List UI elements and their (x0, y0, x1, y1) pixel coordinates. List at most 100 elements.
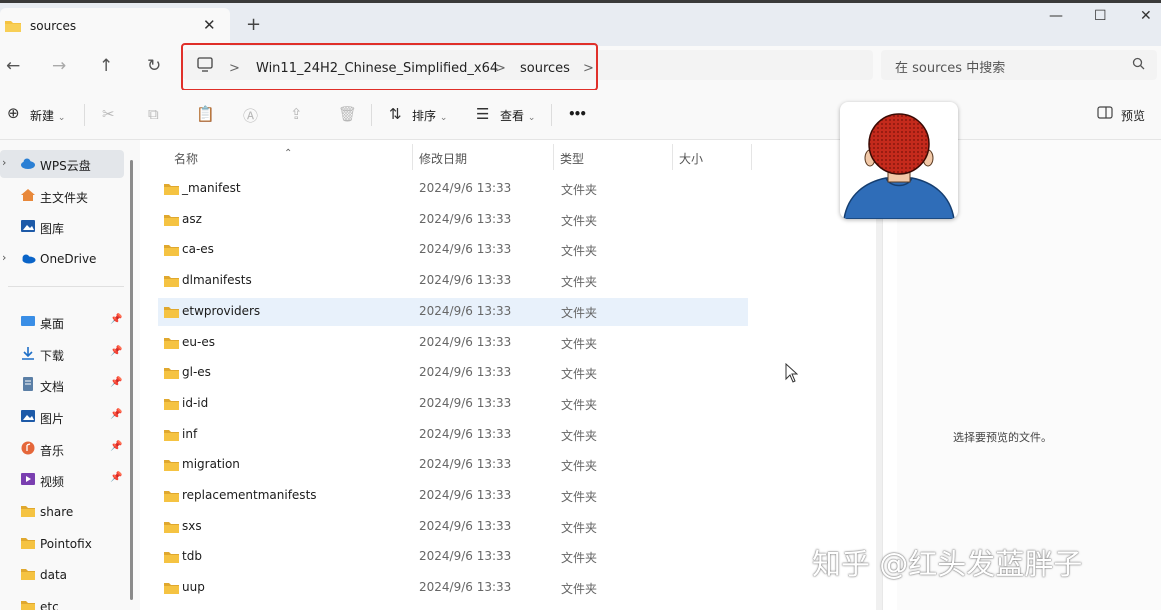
sidebar-item-desktop[interactable]: 桌面 📌 (0, 308, 124, 336)
sidebar-item-gallery[interactable]: 图库 (0, 213, 124, 241)
table-row[interactable]: gl-es 2024/9/6 13:33 文件夹 (158, 359, 748, 387)
music-icon (20, 441, 36, 455)
table-row[interactable]: migration 2024/9/6 13:33 文件夹 (158, 451, 748, 479)
sort-button[interactable]: 排序 ⌄ (412, 107, 447, 124)
table-row[interactable]: id-id 2024/9/6 13:33 文件夹 (158, 390, 748, 418)
chevron-down-icon: ⌄ (527, 113, 536, 123)
table-row[interactable]: _manifest 2024/9/6 13:33 文件夹 (158, 175, 748, 203)
sidebar-item-label: share (40, 505, 74, 519)
avatar (840, 102, 958, 219)
sidebar-item-label: 图库 (40, 222, 65, 236)
sidebar-item-onedrive[interactable]: › OneDrive (0, 245, 124, 273)
new-label: 新建 (30, 109, 55, 123)
view-button[interactable]: 查看 ⌄ (500, 107, 535, 124)
sidebar-item-wps-cloud[interactable]: › WPS云盘 (0, 150, 124, 178)
column-divider[interactable] (412, 144, 413, 170)
maximize-button[interactable]: ☐ (1094, 8, 1107, 24)
preview-button[interactable]: 预览 (1121, 107, 1145, 124)
column-header-name[interactable]: 名称 ⌃ (174, 148, 292, 167)
sidebar-item-pointofix[interactable]: Pointofix (0, 530, 124, 558)
sidebar-item-label: 图片 (40, 412, 65, 426)
sidebar-item-label: OneDrive (40, 252, 97, 266)
new-button[interactable]: 新建 ⌄ (30, 107, 65, 124)
tab-sources[interactable]: sources ✕ (0, 8, 230, 46)
column-header-type[interactable]: 类型 (560, 150, 584, 167)
file-date: 2024/9/6 13:33 (419, 488, 512, 502)
pin-icon[interactable]: 📌 (110, 346, 122, 357)
delete-icon[interactable]: 🗑 (338, 105, 357, 123)
close-button[interactable]: ✕ (1140, 8, 1152, 24)
folder-icon (163, 459, 180, 475)
sidebar-item-data[interactable]: data (0, 561, 124, 589)
share-icon[interactable]: ⇪ (290, 105, 303, 123)
file-name: _manifest (182, 181, 241, 195)
column-header-date[interactable]: 修改日期 (419, 150, 467, 167)
column-divider[interactable] (751, 144, 752, 170)
table-row[interactable]: uup 2024/9/6 13:33 文件夹 (158, 574, 748, 602)
desktop-icon (20, 314, 36, 328)
forward-button[interactable]: → (52, 56, 66, 76)
tab-close-icon[interactable]: ✕ (203, 16, 216, 34)
folder-icon (20, 599, 36, 610)
chevron-down-icon: ⌄ (439, 113, 448, 123)
table-row[interactable]: replacementmanifests 2024/9/6 13:33 文件夹 (158, 482, 748, 510)
add-circle-icon: ⊕ (7, 104, 20, 122)
back-button[interactable]: ← (6, 56, 20, 76)
column-header-size[interactable]: 大小 (679, 150, 703, 167)
cut-icon[interactable]: ✂ (102, 105, 115, 123)
sidebar-item-etc[interactable]: etc (0, 593, 124, 610)
column-divider[interactable] (672, 144, 673, 170)
up-button[interactable]: ↑ (99, 56, 113, 76)
new-tab-button[interactable]: + (246, 14, 261, 35)
paste-icon[interactable]: 📋 (196, 105, 215, 123)
chevron-right-icon[interactable]: › (2, 251, 6, 264)
sidebar-item-pictures[interactable]: 图片 📌 (0, 403, 124, 431)
sidebar-item-music[interactable]: 音乐 📌 (0, 435, 124, 463)
download-icon (20, 346, 36, 360)
table-row[interactable]: ca-es 2024/9/6 13:33 文件夹 (158, 236, 748, 264)
pin-icon[interactable]: 📌 (110, 314, 122, 325)
preview-message: 选择要预览的文件。 (953, 431, 1052, 444)
toolbar-divider (84, 104, 85, 126)
sidebar-item-share[interactable]: share (0, 498, 124, 526)
file-name: id-id (182, 395, 209, 410)
folder-icon (163, 306, 180, 322)
file-date: 2024/9/6 13:33 (419, 242, 512, 257)
pin-icon[interactable]: 📌 (110, 472, 122, 483)
pictures-icon (20, 409, 36, 423)
sidebar-item-downloads[interactable]: 下载 📌 (0, 340, 124, 368)
navigation-pane: › WPS云盘 主文件夹 图库 › OneDrive 桌面 📌 下载 📌 文档 … (0, 140, 140, 610)
table-row[interactable]: tdb 2024/9/6 13:33 文件夹 (158, 543, 748, 571)
chevron-right-icon[interactable]: › (2, 156, 6, 169)
search-box[interactable]: 在 sources 中搜索 (881, 50, 1157, 80)
column-divider[interactable] (553, 144, 554, 170)
pin-icon[interactable]: 📌 (110, 441, 122, 452)
sidebar-item-label: etc (40, 600, 59, 610)
file-name: ca-es (182, 242, 214, 257)
rename-icon[interactable]: Ⓐ (243, 105, 258, 126)
refresh-button[interactable]: ↻ (147, 56, 161, 76)
folder-icon (4, 19, 22, 36)
sidebar-item-label: WPS云盘 (40, 159, 91, 173)
view-icon: ☰ (476, 105, 490, 123)
table-row[interactable]: sxs 2024/9/6 13:33 文件夹 (158, 513, 748, 541)
sidebar-item-videos[interactable]: 视频 📌 (0, 466, 124, 494)
table-row[interactable]: asz 2024/9/6 13:33 文件夹 (158, 206, 748, 234)
table-row[interactable]: etwproviders 2024/9/6 13:33 文件夹 (158, 297, 748, 326)
folder-icon (163, 244, 180, 260)
folder-icon (163, 429, 180, 445)
sidebar-item-label: 下载 (40, 349, 65, 363)
table-row[interactable]: inf 2024/9/6 13:33 文件夹 (158, 421, 748, 449)
table-row[interactable]: dlmanifests 2024/9/6 13:33 文件夹 (158, 267, 748, 295)
gallery-icon (20, 219, 36, 233)
folder-icon (163, 582, 180, 598)
sidebar-scrollbar[interactable] (130, 160, 133, 600)
minimize-button[interactable]: — (1049, 8, 1063, 24)
sidebar-item-home[interactable]: 主文件夹 (0, 182, 124, 210)
more-options-button[interactable]: ••• (568, 107, 587, 121)
pin-icon[interactable]: 📌 (110, 377, 122, 388)
sidebar-item-documents[interactable]: 文档 📌 (0, 371, 124, 399)
table-row[interactable]: eu-es 2024/9/6 13:33 文件夹 (158, 329, 748, 357)
pin-icon[interactable]: 📌 (110, 409, 122, 420)
copy-icon[interactable]: ⧉ (148, 105, 159, 123)
